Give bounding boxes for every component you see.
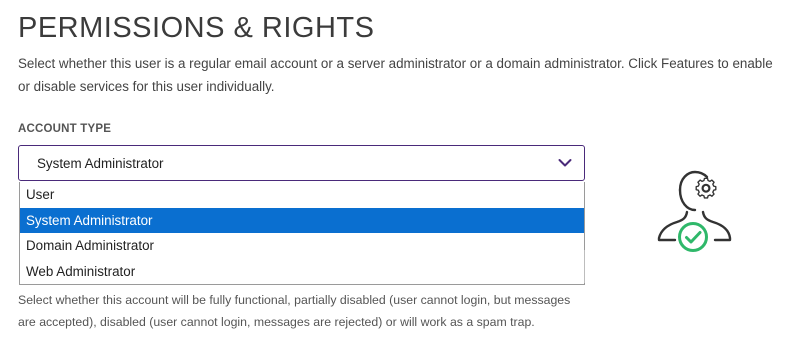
obscured-field-edge (584, 250, 585, 283)
account-type-label: ACCOUNT TYPE (18, 123, 112, 135)
option-web-administrator[interactable]: Web Administrator (20, 259, 584, 285)
account-type-dropdown: User System Administrator Domain Adminis… (19, 182, 585, 285)
page-description: Select whether this user is a regular em… (18, 56, 773, 94)
option-domain-administrator[interactable]: Domain Administrator (20, 233, 584, 259)
user-gear-check-icon (657, 170, 732, 252)
option-user[interactable]: User (20, 182, 584, 208)
account-type-selected-value: System Administrator (37, 156, 164, 171)
account-status-help-text: Select whether this account will be full… (18, 293, 571, 329)
option-system-administrator[interactable]: System Administrator (20, 207, 584, 233)
account-type-select[interactable]: System Administrator (18, 145, 585, 181)
chevron-down-icon[interactable] (558, 158, 572, 168)
page-title: PERMISSIONS & RIGHTS (18, 12, 375, 44)
